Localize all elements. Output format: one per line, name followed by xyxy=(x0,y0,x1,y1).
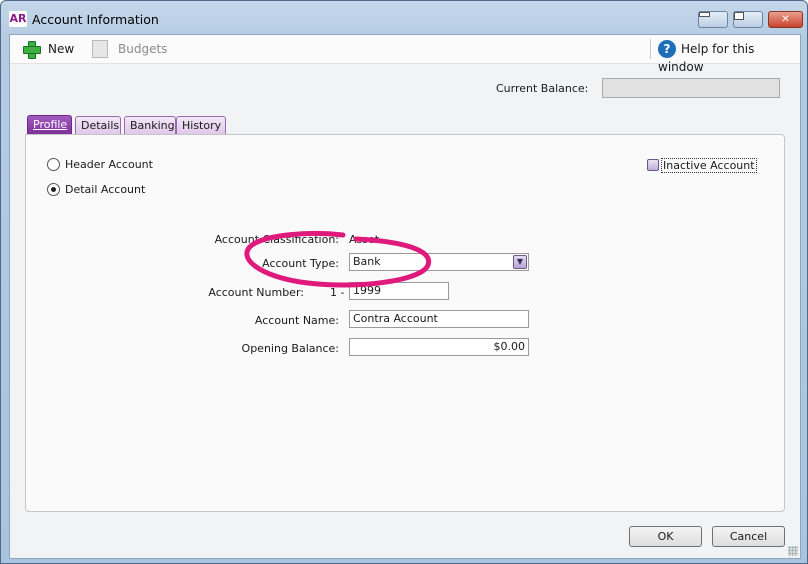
plus-icon xyxy=(22,40,41,59)
account-classification-label: Account Classification: xyxy=(214,233,339,246)
maximize-button[interactable] xyxy=(733,11,763,28)
checkbox-icon xyxy=(647,159,659,171)
account-name-input[interactable]: Contra Account xyxy=(349,310,529,328)
header-account-label: Header Account xyxy=(65,158,153,171)
inactive-account-label: Inactive Account xyxy=(661,158,757,173)
app-logo-icon: AR xyxy=(9,11,27,27)
toolbar-divider xyxy=(650,39,651,59)
minimize-icon xyxy=(699,12,710,17)
tab-details-label: Details xyxy=(81,119,120,132)
account-type-select[interactable]: Bank ▼ xyxy=(349,253,529,271)
toolbar: New Budgets ? Help for this window xyxy=(10,35,800,74)
tab-profile[interactable]: Profile xyxy=(27,115,72,135)
tab-banking-label: Banking xyxy=(130,119,175,132)
tab-banking[interactable]: Banking xyxy=(124,116,176,134)
opening-balance-label: Opening Balance: xyxy=(241,342,339,355)
resize-grip-icon[interactable] xyxy=(788,546,798,556)
account-number-label: Account Number: xyxy=(208,286,304,299)
budgets-button[interactable]: Budgets xyxy=(92,40,167,58)
account-information-window: AR Account Information ✕ New Budgets ? He… xyxy=(0,0,808,564)
current-balance-label: Current Balance: xyxy=(496,82,589,95)
account-number-prefix: 1 - xyxy=(330,286,345,299)
tab-details[interactable]: Details xyxy=(75,116,121,134)
cancel-button[interactable]: Cancel xyxy=(712,526,785,547)
account-type-value: Bank xyxy=(353,255,381,268)
budgets-label: Budgets xyxy=(118,42,168,56)
current-balance-field xyxy=(602,78,780,98)
new-label: New xyxy=(48,42,75,56)
close-button[interactable]: ✕ xyxy=(768,11,803,28)
tab-history-label: History xyxy=(182,119,222,132)
detail-account-label: Detail Account xyxy=(65,183,146,196)
inactive-account-checkbox[interactable]: Inactive Account xyxy=(647,158,757,173)
profile-panel: Header Account Detail Account Inactive A… xyxy=(25,134,785,512)
opening-balance-input[interactable]: $0.00 xyxy=(349,338,529,356)
detail-account-radio[interactable]: Detail Account xyxy=(47,183,145,197)
new-button[interactable]: New xyxy=(22,40,75,59)
help-icon: ? xyxy=(658,40,676,58)
chevron-down-icon[interactable]: ▼ xyxy=(513,255,527,269)
close-icon: ✕ xyxy=(781,14,790,25)
maximize-icon xyxy=(734,12,744,20)
radio-checked-icon xyxy=(47,183,60,196)
account-type-label: Account Type: xyxy=(262,257,339,270)
header-account-radio[interactable]: Header Account xyxy=(47,158,153,172)
window-title: Account Information xyxy=(32,12,159,27)
tab-history[interactable]: History xyxy=(176,116,226,134)
window-content: New Budgets ? Help for this window Curren… xyxy=(9,34,801,559)
ok-button[interactable]: OK xyxy=(629,526,702,547)
title-bar[interactable]: AR Account Information ✕ xyxy=(1,1,807,35)
account-name-label: Account Name: xyxy=(254,314,339,327)
account-number-input[interactable]: 1999 xyxy=(349,282,449,300)
minimize-button[interactable] xyxy=(698,11,728,28)
account-classification-value: Asset xyxy=(349,233,380,246)
tab-profile-label: Profile xyxy=(33,118,68,131)
radio-unchecked-icon xyxy=(47,158,60,171)
budgets-icon xyxy=(92,40,108,58)
help-button[interactable]: ? Help for this window xyxy=(658,40,800,74)
